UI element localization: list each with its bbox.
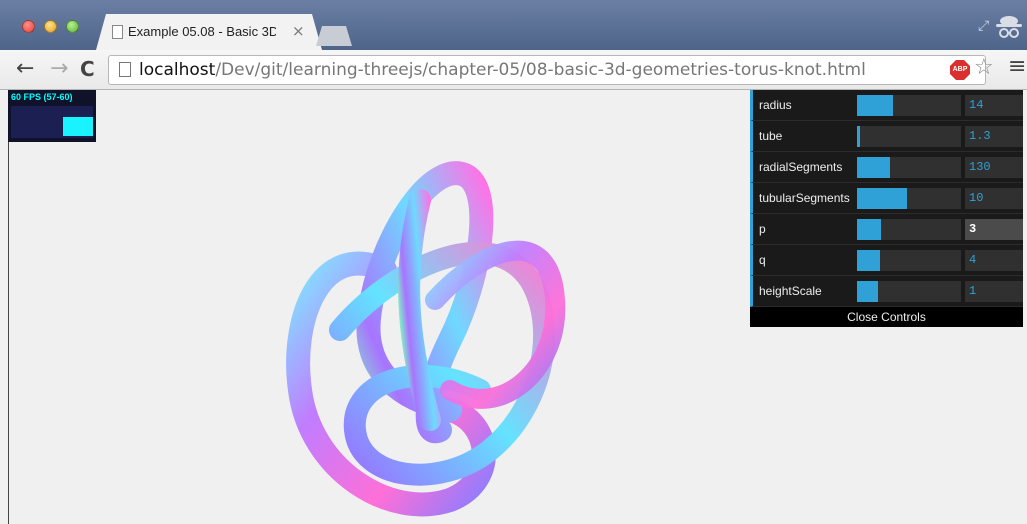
control-slider-fill (857, 281, 878, 302)
browser-toolbar: ← → C localhost/Dev/git/learning-threejs… (0, 50, 1027, 90)
control-label: p (759, 222, 766, 236)
control-row-radius: radius 14 (750, 90, 1023, 121)
control-slider[interactable] (857, 281, 961, 302)
control-label: q (759, 253, 766, 267)
fps-stats[interactable]: 60 FPS (57-60) (8, 90, 96, 142)
control-slider[interactable] (857, 95, 961, 116)
control-value-input[interactable]: 130 (965, 157, 1023, 178)
control-slider-fill (857, 250, 880, 271)
control-slider[interactable] (857, 219, 961, 240)
control-label: heightScale (759, 284, 822, 298)
browser-menu-button[interactable]: ≡ (1008, 54, 1026, 79)
control-slider-fill (857, 188, 907, 209)
page-icon (112, 25, 123, 39)
control-slider[interactable] (857, 126, 961, 147)
url-host: localhost (139, 60, 216, 80)
control-slider[interactable] (857, 157, 961, 178)
torus-knot-mesh (286, 161, 566, 517)
address-bar[interactable]: localhost/Dev/git/learning-threejs/chapt… (108, 55, 986, 85)
control-row-p: p 3 (750, 214, 1023, 245)
close-controls-button[interactable]: Close Controls (750, 307, 1023, 327)
url-path: /Dev/git/learning-threejs/chapter-05/08-… (215, 60, 866, 80)
control-row-tubularSegments: tubularSegments 10 (750, 183, 1023, 214)
bookmark-star-icon[interactable]: ☆ (974, 55, 994, 80)
new-tab-button[interactable] (316, 26, 352, 46)
control-slider-fill (857, 157, 891, 178)
control-row-heightScale: heightScale 1 (750, 276, 1023, 307)
browser-tab[interactable]: Example 05.08 - Basic 3D × (96, 14, 322, 50)
adblock-icon[interactable]: ABP (950, 60, 970, 80)
control-label: tube (759, 129, 783, 143)
fullscreen-icon[interactable]: ⤢ (978, 18, 989, 34)
fps-bar (63, 116, 93, 136)
zoom-window-button[interactable] (66, 20, 79, 33)
page-icon (119, 62, 131, 77)
minimize-window-button[interactable] (44, 20, 57, 33)
reload-button[interactable]: C (80, 57, 95, 81)
control-row-tube: tube 1.3 (750, 121, 1023, 152)
control-value-input[interactable]: 14 (965, 95, 1023, 116)
tab-title: Example 05.08 - Basic 3D (128, 24, 276, 39)
control-value-input[interactable]: 3 (965, 219, 1023, 240)
control-value-input[interactable]: 1.3 (965, 126, 1023, 147)
fps-label: 60 FPS (57-60) (11, 92, 73, 102)
control-value-input[interactable]: 1 (965, 281, 1023, 302)
close-window-button[interactable] (22, 20, 35, 33)
control-label: tubularSegments (759, 191, 850, 205)
control-slider-fill (857, 126, 861, 147)
control-slider[interactable] (857, 188, 961, 209)
control-value-input[interactable]: 10 (965, 188, 1023, 209)
control-value-input[interactable]: 4 (965, 250, 1023, 271)
incognito-icon (996, 16, 1022, 38)
control-row-q: q 4 (750, 245, 1023, 276)
url-text[interactable]: localhost/Dev/git/learning-threejs/chapt… (139, 60, 866, 80)
control-slider[interactable] (857, 250, 961, 271)
back-button[interactable]: ← (16, 56, 34, 81)
forward-button[interactable]: → (50, 56, 68, 81)
control-label: radius (759, 98, 792, 112)
control-slider-fill (857, 95, 894, 116)
control-row-radialSegments: radialSegments 130 (750, 152, 1023, 183)
tab-close-icon[interactable]: × (292, 22, 305, 40)
control-label: radialSegments (759, 160, 843, 174)
control-slider-fill (857, 219, 881, 240)
fps-graph (11, 106, 93, 138)
window-titlebar: Example 05.08 - Basic 3D × ⤢ (0, 0, 1027, 50)
controls-panel: radius 14 tube 1.3 radialSegments 130 tu… (750, 90, 1023, 327)
